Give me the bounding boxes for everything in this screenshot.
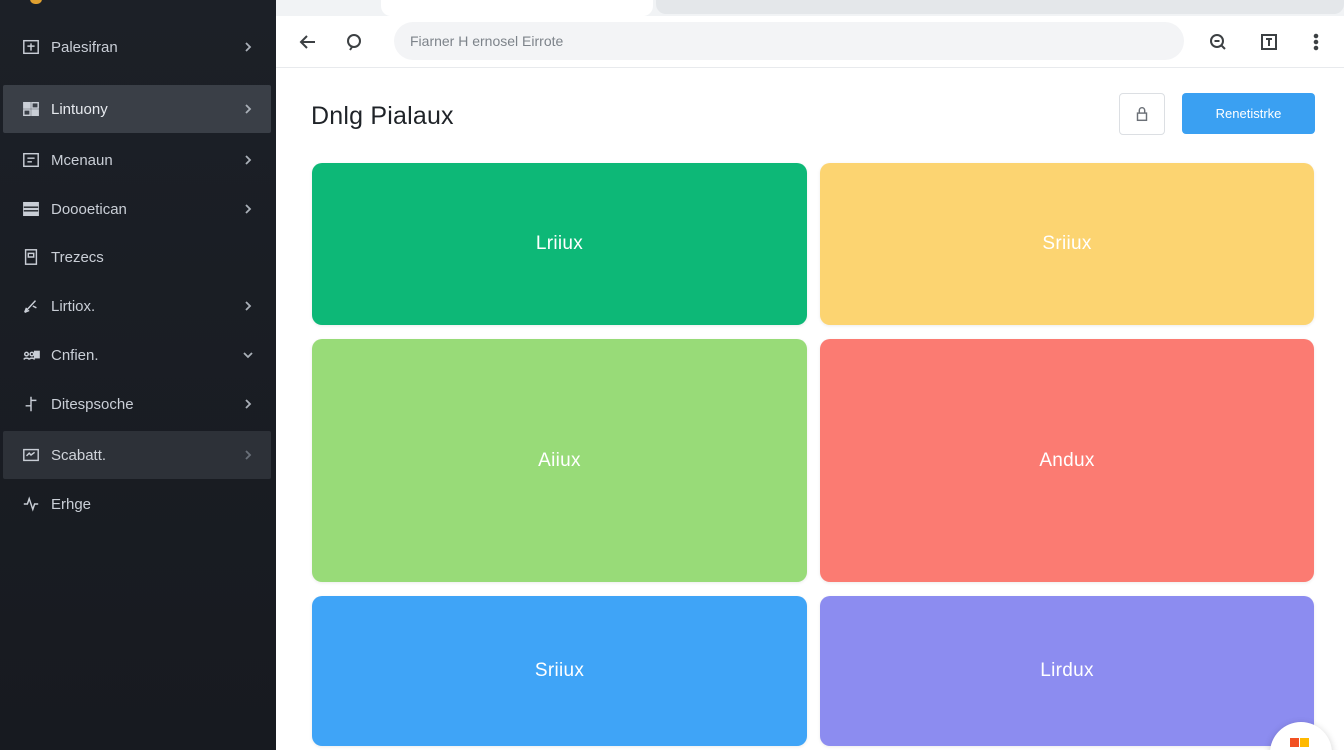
reader-button[interactable]	[1251, 24, 1287, 60]
tile-card[interactable]: Sriiux	[820, 163, 1314, 325]
sidebar-item-6[interactable]: Lirtiox.	[3, 282, 271, 330]
primary-action-button[interactable]: Renetistrke	[1182, 93, 1315, 134]
sidebar-item-label: Scabatt.	[51, 446, 107, 464]
browser-tab-active[interactable]	[381, 0, 653, 16]
browser-toolbar	[276, 16, 1344, 68]
grid-flag-icon	[21, 99, 41, 119]
app-logo	[30, 0, 42, 4]
chevron-right-icon	[233, 99, 263, 119]
tile-card[interactable]: Aiiux	[312, 339, 807, 582]
windows-logo-icon	[1290, 738, 1310, 750]
arrow-left-icon	[299, 35, 315, 49]
sidebar-item-10[interactable]: Erhge	[3, 480, 271, 528]
chevron-right-icon	[233, 445, 263, 465]
panel-icon	[21, 150, 41, 170]
branch-icon	[21, 394, 41, 414]
sidebar-item-1[interactable]: Palesifran	[3, 23, 271, 71]
lock-icon	[1136, 107, 1148, 122]
page-title: Dnlg Pialaux	[311, 102, 454, 130]
pen-icon	[21, 296, 41, 316]
tile-label: Andux	[1039, 449, 1095, 471]
tile-card[interactable]: Lirdux	[820, 596, 1314, 746]
lock-button[interactable]	[1119, 93, 1165, 135]
tile-label: Sriiux	[534, 660, 585, 681]
chevron-right-icon	[233, 296, 263, 316]
search-bubble-icon	[347, 34, 361, 51]
browser-tab[interactable]	[656, 0, 1344, 14]
tile-label: Lirdux	[1040, 660, 1094, 681]
url-input[interactable]	[410, 33, 1184, 49]
more-menu-button[interactable]	[1298, 24, 1334, 60]
search-button[interactable]	[336, 24, 372, 60]
sidebar-item-3[interactable]: Mcenaun	[3, 136, 271, 184]
sidebar-item-9[interactable]: Scabatt.	[3, 431, 271, 479]
chevron-right-icon	[233, 150, 263, 170]
sidebar-item-label: Palesifran	[51, 38, 118, 56]
sidebar-item-label: Doooetican	[51, 200, 127, 218]
tile-label: Sriiux	[1042, 233, 1092, 254]
sidebar-item-7[interactable]: Cnfien.	[3, 331, 271, 379]
tile-card[interactable]: Lriiux	[312, 163, 807, 325]
zoom-icon	[1210, 34, 1226, 50]
sidebar-item-label: Cnfien.	[51, 346, 99, 364]
screen-icon	[21, 445, 41, 465]
sidebar-item-4[interactable]: Doooetican	[3, 185, 271, 233]
chevron-down-icon	[233, 345, 263, 365]
tab-strip	[276, 0, 1344, 16]
document-icon	[21, 247, 41, 267]
chevron-right-icon	[233, 37, 263, 57]
image-frame-icon	[21, 37, 41, 57]
sidebar-item-label: Trezecs	[51, 248, 104, 266]
reader-mode-icon	[1261, 34, 1277, 50]
sidebar-item-label: Lintuony	[51, 100, 108, 118]
sidebar-item-label: Mcenaun	[51, 151, 113, 169]
tile-label: Lriiux	[535, 233, 584, 254]
more-vertical-icon	[1313, 33, 1319, 51]
sidebar-item-label: Erhge	[51, 495, 92, 513]
zoom-button[interactable]	[1200, 24, 1236, 60]
sidebar-item-5[interactable]: Trezecs	[3, 233, 271, 281]
sidebar-item-label: Lirtiox.	[51, 297, 96, 315]
pulse-icon	[21, 494, 41, 514]
sidebar-item-2[interactable]: Lintuony	[3, 85, 271, 133]
sidebar: Palesifran Lintuony Mcenaun Doooetican T…	[0, 0, 276, 750]
tile-label: Aiiux	[538, 449, 581, 471]
tile-card[interactable]: Andux	[820, 339, 1314, 582]
list-icon	[21, 199, 41, 219]
back-button[interactable]	[290, 24, 326, 60]
address-bar[interactable]	[394, 22, 1184, 60]
tile-card[interactable]: Sriiux	[312, 596, 807, 746]
chevron-right-icon	[233, 394, 263, 414]
chevron-right-icon	[233, 199, 263, 219]
sidebar-item-8[interactable]: Ditespsoche	[3, 380, 271, 428]
users-icon	[21, 345, 41, 365]
sidebar-item-label: Ditespsoche	[51, 395, 134, 413]
